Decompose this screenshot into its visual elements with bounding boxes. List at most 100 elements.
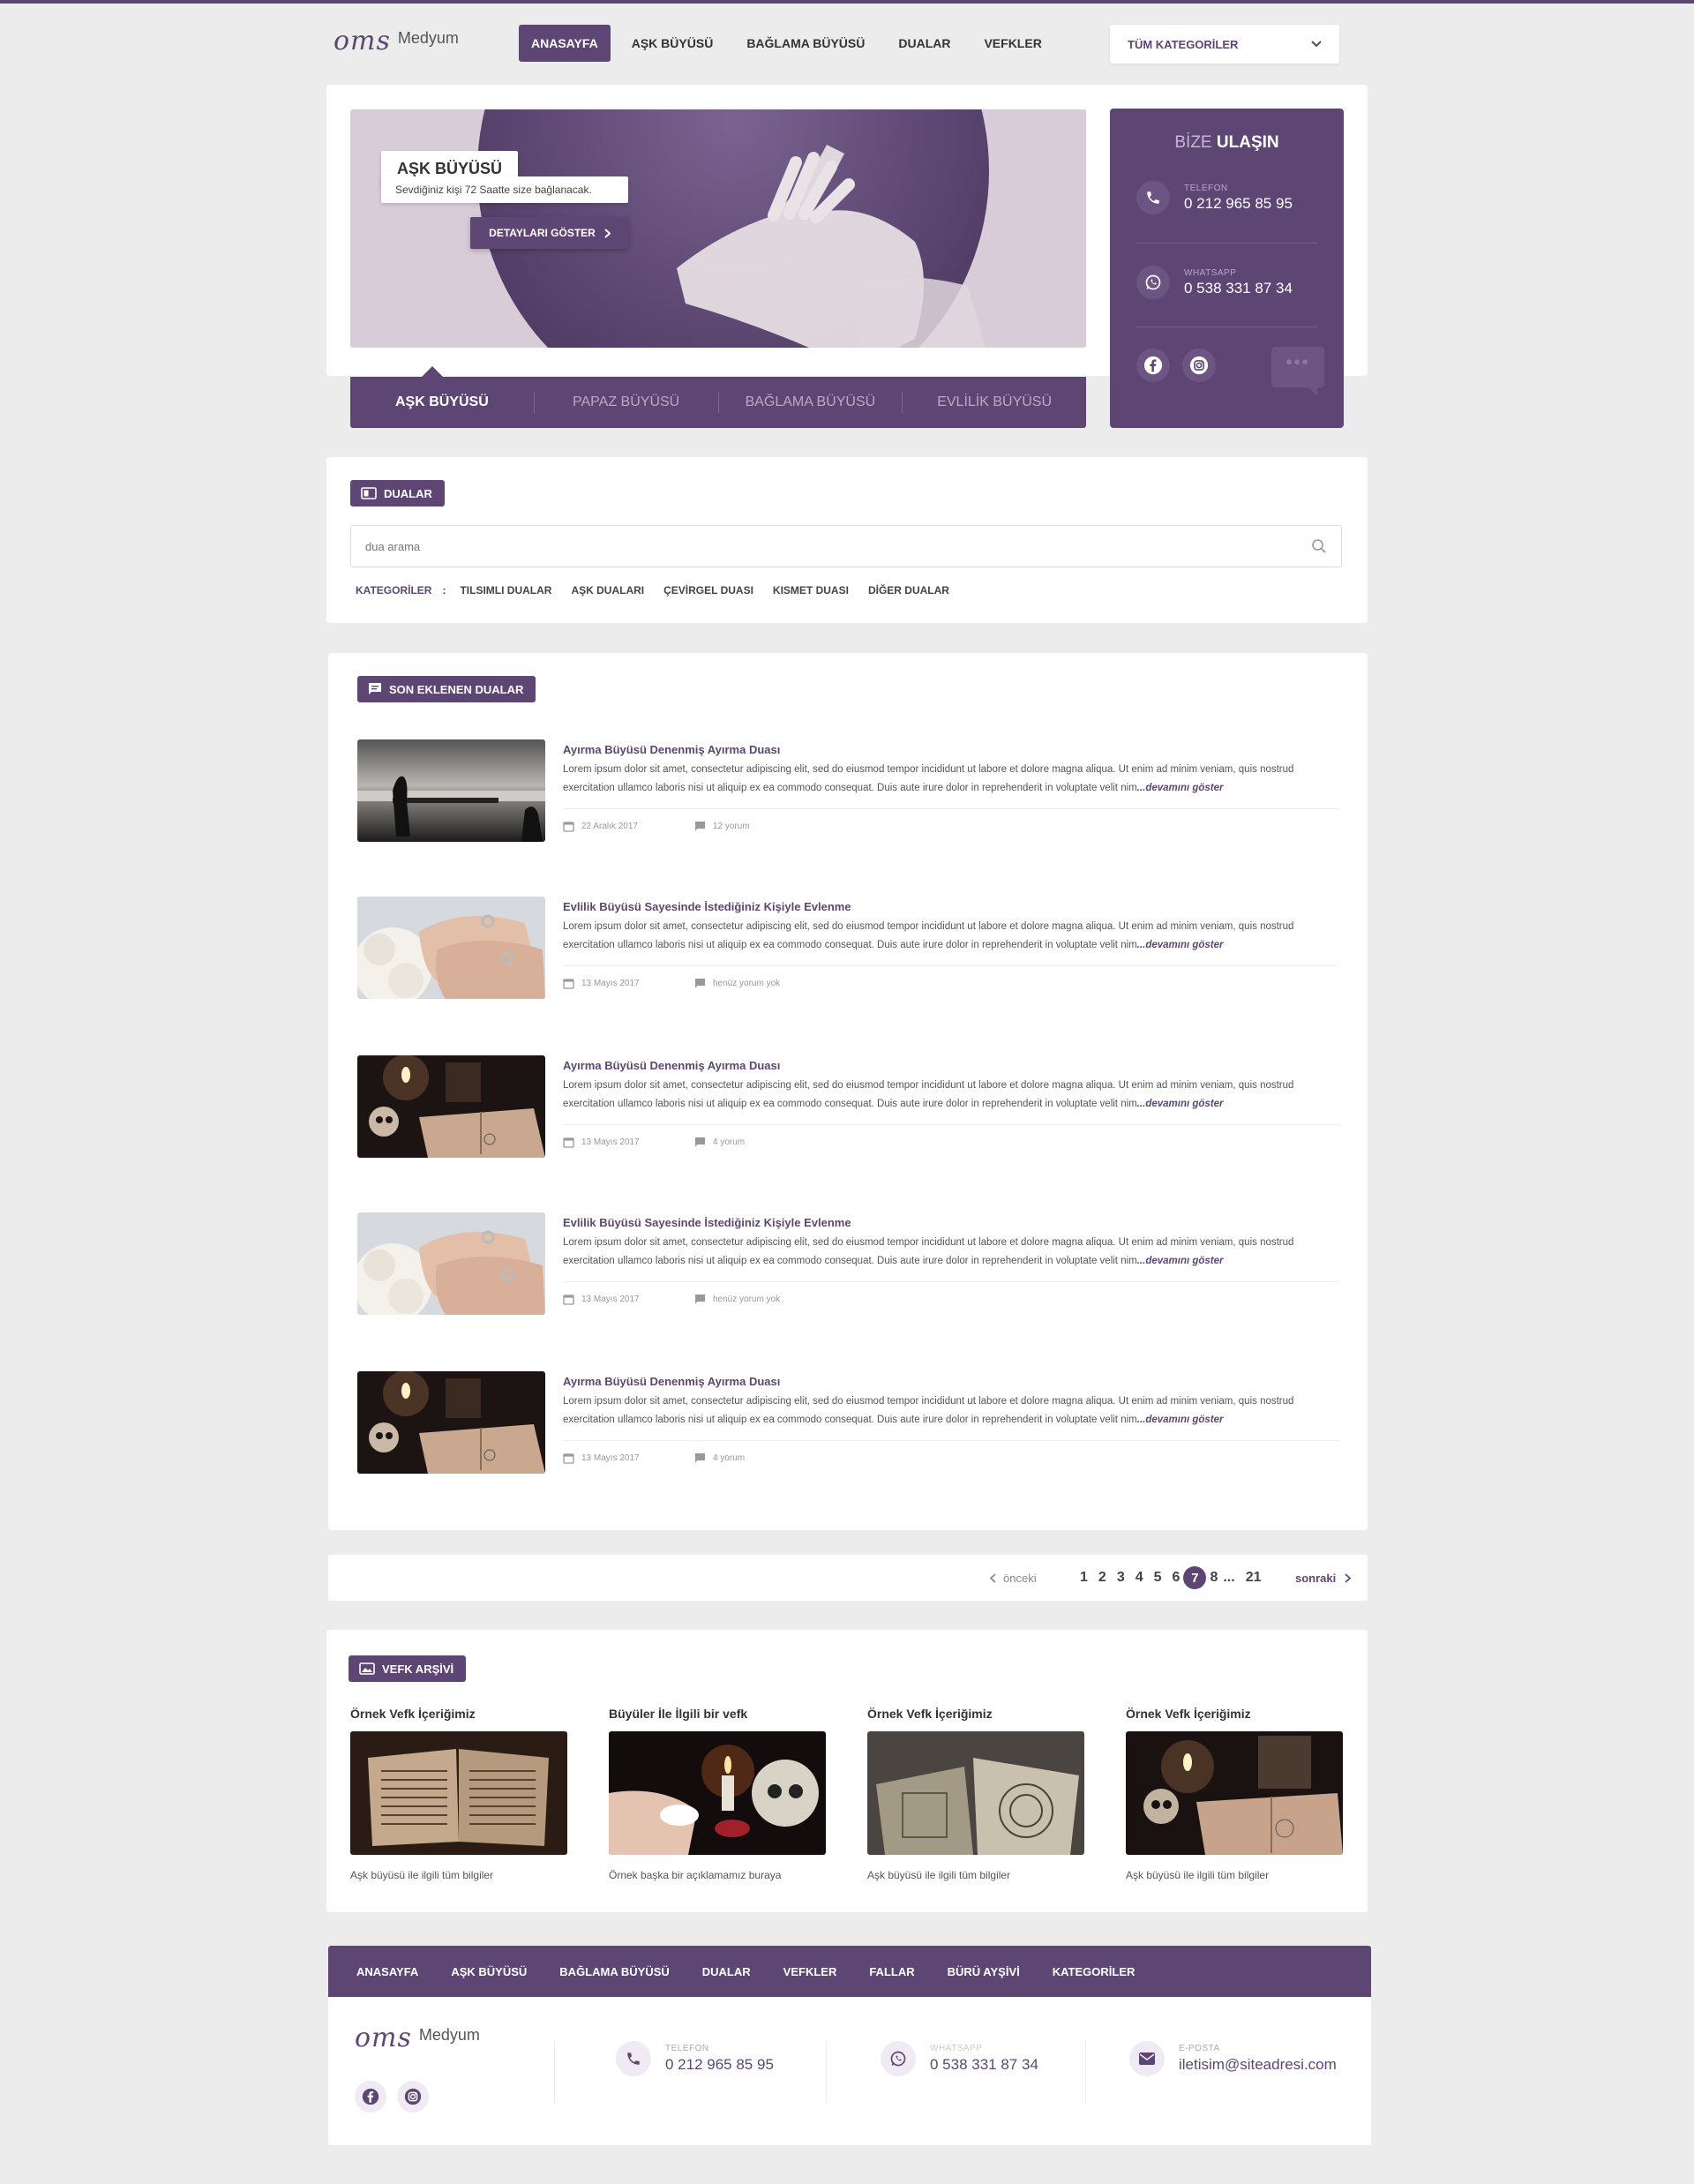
vefk-image[interactable]	[1126, 1731, 1343, 1855]
category-diger-dualar[interactable]: DİĞER DUALAR	[868, 584, 949, 597]
contact-whatsapp[interactable]: WHATSAPP 0 538 331 87 34	[1136, 266, 1293, 299]
post-thumbnail[interactable]	[357, 1371, 545, 1474]
category-select[interactable]: TÜM KATEGORİLER	[1110, 25, 1339, 64]
hero-details-button[interactable]: DETAYLARI GÖSTER	[470, 217, 629, 249]
phone-icon	[616, 2041, 651, 2076]
facebook-icon[interactable]	[1136, 349, 1170, 382]
list-item[interactable]: Ayırma Büyüsü Denenmiş Ayırma Duası Lore…	[357, 1371, 1339, 1474]
footer-nav-fallar[interactable]: FALLAR	[869, 1965, 914, 1978]
facebook-icon[interactable]	[355, 2081, 386, 2113]
instagram-icon[interactable]	[1182, 349, 1216, 382]
vefk-card[interactable]: Örnek Vefk İçeriğimiz Aşk büyüsü ile ilg…	[1126, 1707, 1343, 1881]
hero-tab-papaz-buyusu[interactable]: PAPAZ BÜYÜSÜ	[535, 394, 718, 410]
hero-image	[350, 109, 1086, 348]
post-comments[interactable]: henüz yorum yok	[694, 1294, 780, 1305]
post-excerpt: Lorem ipsum dolor sit amet, consectetur …	[563, 1392, 1339, 1430]
vefk-card[interactable]: Örnek Vefk İçeriğimiz Aşk büyüsü ile ilg…	[867, 1707, 1084, 1881]
vefk-title[interactable]: Örnek Vefk İçeriğimiz	[350, 1707, 567, 1721]
nav-dualar[interactable]: DUALAR	[886, 25, 963, 62]
chevron-left-icon	[990, 1572, 996, 1583]
vefk-title[interactable]: Örnek Vefk İçeriğimiz	[1126, 1707, 1343, 1721]
vefk-description: Aşk büyüsü ile ilgili tüm bilgiler	[1126, 1869, 1270, 1881]
footer-whatsapp-label: WHATSAPP	[930, 2044, 983, 2053]
footer-email-label: E-POSTA	[1179, 2044, 1220, 2053]
vefk-image[interactable]	[609, 1731, 826, 1855]
footer-nav-vefkler[interactable]: VEFKLER	[783, 1965, 837, 1978]
post-date-text: 13 Mayıs 2017	[581, 1137, 640, 1147]
category-tilsimli-dualar[interactable]: TILSIMLI DUALAR	[460, 584, 551, 597]
post-comments[interactable]: 4 yorum	[694, 1137, 745, 1148]
footer-phone[interactable]: TELEFON 0 212 965 85 95	[616, 2041, 774, 2076]
vefk-description: Örnek başka bir açıklamamız buraya	[609, 1869, 782, 1881]
post-comments-text: henüz yorum yok	[713, 1295, 781, 1304]
page-link[interactable]: 6	[1173, 1570, 1181, 1586]
list-item[interactable]: Ayırma Büyüsü Denenmiş Ayırma Duası Lore…	[357, 1055, 1339, 1158]
nav-ask-buyusu[interactable]: AŞK BÜYÜSÜ	[619, 25, 726, 62]
read-more-link[interactable]: ...devamını göster	[1137, 783, 1224, 793]
page-link[interactable]: 2	[1098, 1570, 1106, 1586]
dua-search-input[interactable]	[365, 539, 1159, 553]
list-item[interactable]: Evlilik Büyüsü Sayesinde İstediğiniz Kiş…	[357, 1212, 1339, 1315]
footer-whatsapp[interactable]: WHATSAPP 0 538 331 87 34	[881, 2041, 1038, 2076]
pagination-next[interactable]: sonraki	[1295, 1555, 1352, 1601]
post-title[interactable]: Ayırma Büyüsü Denenmiş Ayırma Duası	[563, 743, 780, 756]
page-link[interactable]: 3	[1117, 1570, 1125, 1586]
post-thumbnail[interactable]	[357, 739, 545, 842]
post-thumbnail[interactable]	[357, 1212, 545, 1315]
footer-nav-dualar[interactable]: DUALAR	[702, 1965, 751, 1978]
vefk-image[interactable]	[867, 1731, 1084, 1855]
post-comments-text: henüz yorum yok	[713, 979, 781, 988]
nav-anasayfa[interactable]: ANASAYFA	[519, 25, 611, 62]
page-link[interactable]: 4	[1136, 1570, 1143, 1586]
category-kismet-duasi[interactable]: KISMET DUASI	[773, 584, 849, 597]
footer-nav-buru-aysivi[interactable]: BÜRÜ AYŞİVİ	[948, 1965, 1020, 1978]
footer-nav-kategoriler[interactable]: KATEGORİLER	[1053, 1965, 1136, 1978]
pagination-prev[interactable]: önceki	[990, 1555, 1037, 1601]
footer-email[interactable]: E-POSTA iletisim@siteadresi.com	[1129, 2041, 1337, 2076]
post-thumbnail[interactable]	[357, 897, 545, 999]
category-cevirgel-duasi[interactable]: ÇEVİRGEL DUASI	[663, 584, 753, 597]
post-comments[interactable]: 12 yorum	[694, 821, 750, 832]
vefk-title[interactable]: Örnek Vefk İçeriğimiz	[867, 1707, 1084, 1721]
read-more-link[interactable]: ...devamını göster	[1137, 1415, 1224, 1425]
hero-tab-evlilik-buyusu[interactable]: EVLİLİK BÜYÜSÜ	[903, 394, 1086, 410]
page-link[interactable]: 8	[1210, 1570, 1218, 1586]
nav-vefkler[interactable]: VEFKLER	[971, 25, 1053, 62]
instagram-icon[interactable]	[397, 2081, 429, 2113]
footer-logo[interactable]: oms Medyum	[355, 2025, 480, 2052]
nav-baglama-buyusu[interactable]: BAĞLAMA BÜYÜSÜ	[734, 25, 877, 62]
page-link[interactable]: 5	[1154, 1570, 1162, 1586]
footer-nav-baglama-buyusu[interactable]: BAĞLAMA BÜYÜSÜ	[559, 1965, 669, 1978]
list-item[interactable]: Ayırma Büyüsü Denenmiş Ayırma Duası Lore…	[357, 739, 1339, 842]
list-item[interactable]: Evlilik Büyüsü Sayesinde İstediğiniz Kiş…	[357, 897, 1339, 999]
vefk-card[interactable]: Büyüler İle İlgili bir vefk Örnek başka …	[609, 1707, 826, 1881]
post-title[interactable]: Ayırma Büyüsü Denenmiş Ayırma Duası	[563, 1059, 780, 1072]
post-title[interactable]: Evlilik Büyüsü Sayesinde İstediğiniz Kiş…	[563, 1216, 851, 1229]
vefk-image[interactable]	[350, 1731, 567, 1855]
page-link[interactable]: 21	[1246, 1570, 1262, 1586]
chat-bubble-icon[interactable]: •••	[1271, 347, 1324, 396]
post-title[interactable]: Evlilik Büyüsü Sayesinde İstediğiniz Kiş…	[563, 900, 851, 913]
hero-tab-ask-buyusu[interactable]: AŞK BÜYÜSÜ	[350, 394, 534, 410]
post-thumbnail[interactable]	[357, 1055, 545, 1158]
read-more-link[interactable]: ...devamını göster	[1137, 1099, 1224, 1109]
post-comments[interactable]: henüz yorum yok	[694, 978, 780, 989]
contact-whatsapp-label: WHATSAPP	[1184, 267, 1237, 278]
post-title[interactable]: Ayırma Büyüsü Denenmiş Ayırma Duası	[563, 1375, 780, 1388]
category-ask-dualari[interactable]: AŞK DUALARI	[571, 584, 644, 597]
page-link[interactable]: 1	[1080, 1570, 1088, 1586]
footer-nav-anasayfa[interactable]: ANASAYFA	[356, 1965, 418, 1978]
vefk-card[interactable]: Örnek Vefk İçeriğimiz Aşk büyüsü ile ilg…	[350, 1707, 567, 1881]
footer-body: oms Medyum TELEFON 0 212 965 85 95 WHATS…	[328, 1997, 1371, 2145]
contact-phone[interactable]: TELEFON 0 212 965 85 95	[1136, 181, 1293, 214]
search-icon[interactable]	[1311, 538, 1327, 554]
site-logo[interactable]: oms Medyum	[334, 28, 459, 55]
dua-categories: KATEGORİLER : TILSIMLI DUALAR AŞK DUALAR…	[356, 584, 949, 597]
read-more-link[interactable]: ...devamını göster	[1137, 940, 1224, 950]
read-more-link[interactable]: ...devamını göster	[1137, 1256, 1224, 1266]
footer-nav-ask-buyusu[interactable]: AŞK BÜYÜSÜ	[451, 1965, 527, 1978]
vefk-title[interactable]: Büyüler İle İlgili bir vefk	[609, 1707, 826, 1721]
post-comments[interactable]: 4 yorum	[694, 1452, 745, 1464]
hero-tab-baglama-buyusu[interactable]: BAĞLAMA BÜYÜSÜ	[719, 394, 903, 410]
dualar-badge: DUALAR	[350, 480, 445, 507]
